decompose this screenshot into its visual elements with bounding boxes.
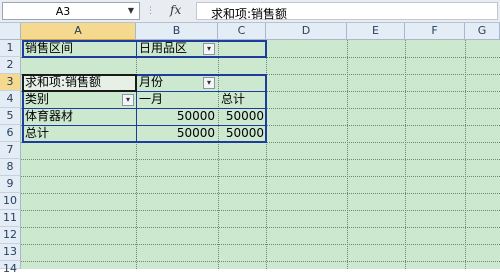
row-header-8[interactable]: 8 (0, 159, 21, 176)
cell-c5[interactable]: 50000 (218, 108, 264, 125)
cell-a6[interactable]: 总计 (25, 125, 135, 142)
cell-a3[interactable]: 求和项:销售额 (25, 74, 135, 91)
formula-input[interactable]: 求和项:销售额 (196, 2, 498, 21)
gridline (21, 176, 500, 177)
pivot-divider (136, 40, 137, 58)
row-header-3[interactable]: 3 (0, 74, 21, 91)
name-box[interactable]: A3 ▼ (2, 2, 140, 20)
row-header-5[interactable]: 5 (0, 108, 21, 125)
row-header-6[interactable]: 6 (0, 125, 21, 142)
row-header-12[interactable]: 12 (0, 227, 21, 244)
row-header-13[interactable]: 13 (0, 244, 21, 261)
cell-c4[interactable]: 总计 (221, 91, 265, 108)
gridline (21, 159, 500, 160)
gridline (21, 210, 500, 211)
cell-a5[interactable]: 体育器材 (25, 108, 135, 125)
cell-c6[interactable]: 50000 (218, 125, 264, 142)
name-box-value: A3 (55, 5, 71, 18)
row-header-14[interactable]: 14 (0, 261, 21, 275)
row-header-10[interactable]: 10 (0, 193, 21, 210)
row-header-9[interactable]: 9 (0, 176, 21, 193)
baidu-watermark-logo (384, 223, 494, 263)
row-header-1[interactable]: 1 (0, 40, 21, 57)
function-icon[interactable]: fx (170, 3, 192, 19)
row-header-7[interactable]: 7 (0, 142, 21, 159)
column-header-e[interactable]: E (347, 23, 405, 40)
gridline (21, 193, 500, 194)
chevron-down-icon[interactable]: ▼ (125, 4, 137, 18)
cell-a1[interactable]: 销售区间 (25, 40, 135, 57)
cell-b1[interactable]: 日用品区 (139, 40, 203, 57)
select-all-corner[interactable] (0, 23, 21, 40)
filter-dropdown-icon[interactable]: ▾ (203, 77, 215, 89)
row-header-11[interactable]: 11 (0, 210, 21, 227)
formula-bar: A3 ▼ ⋮ fx 求和项:销售额 (0, 0, 500, 23)
column-header-d[interactable]: D (266, 23, 347, 40)
filter-dropdown-icon[interactable]: ▾ (122, 94, 134, 106)
column-header-g[interactable]: G (465, 23, 500, 40)
formula-text: 求和项:销售额 (211, 7, 288, 21)
formula-bar-resize-handle[interactable]: ⋮ (146, 6, 155, 16)
column-header-c[interactable]: C (218, 23, 266, 40)
row-header-4[interactable]: 4 (0, 91, 21, 108)
cell-b4[interactable]: 一月 (139, 91, 215, 108)
spreadsheet-grid[interactable]: A B C D E F G 1 2 3 4 5 6 7 8 9 10 11 12… (0, 23, 500, 275)
filter-dropdown-icon[interactable]: ▾ (203, 43, 215, 55)
cell-b3[interactable]: 月份 (139, 74, 203, 91)
column-header-f[interactable]: F (405, 23, 465, 40)
cell-b6[interactable]: 50000 (139, 125, 215, 142)
column-header-b[interactable]: B (136, 23, 218, 40)
cell-a4[interactable]: 类别 (25, 91, 115, 108)
column-header-a[interactable]: A (21, 23, 136, 40)
row-header-2[interactable]: 2 (0, 57, 21, 74)
cell-b5[interactable]: 50000 (139, 108, 215, 125)
